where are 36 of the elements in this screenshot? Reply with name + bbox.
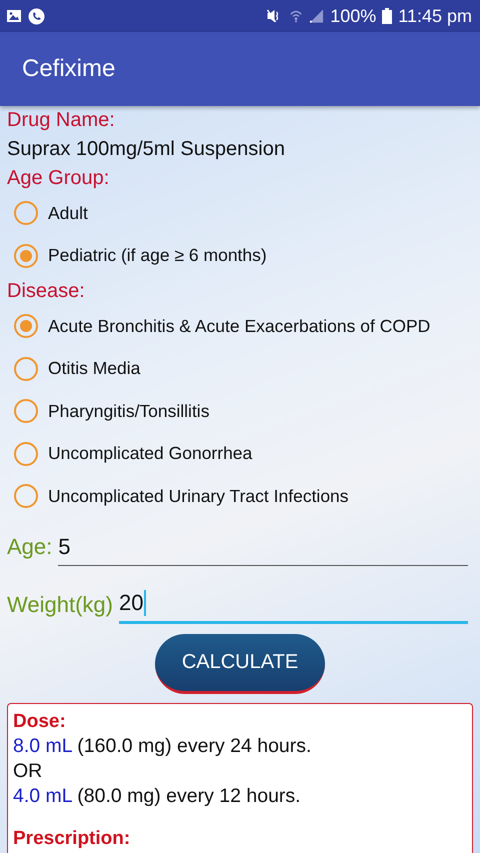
result-label: Dose: <box>13 710 67 734</box>
radio-button[interactable] <box>14 244 38 268</box>
radio-button[interactable] <box>14 314 38 338</box>
field-label: Age: <box>7 534 52 561</box>
section-label: Disease: <box>7 279 85 304</box>
radio-option[interactable]: Otitis Media <box>7 348 140 390</box>
radio-button[interactable] <box>14 484 38 508</box>
image-icon <box>6 8 22 24</box>
radio-option[interactable]: Adult <box>7 192 88 234</box>
field-label: Weight(kg) <box>7 592 113 619</box>
wifi-icon <box>289 8 304 24</box>
radio-button[interactable] <box>14 399 38 424</box>
radio-option[interactable]: Uncomplicated Gonorrhea <box>7 432 252 475</box>
result-label: Prescription: <box>13 826 132 850</box>
input-field[interactable]: 20 <box>118 584 468 624</box>
radio-button[interactable] <box>14 356 38 381</box>
radio-option[interactable]: Uncomplicated Urinary Tract Infections <box>7 475 349 518</box>
section-label: Drug Name: <box>7 108 115 133</box>
clock-time: 11:45 pm <box>398 6 472 26</box>
battery-icon <box>382 8 392 24</box>
calculate-button[interactable]: CALCULATE <box>155 634 325 694</box>
app-title: Cefixime <box>22 55 116 83</box>
battery-level: 100% <box>330 6 376 26</box>
radio-option[interactable]: Acute Bronchitis & Acute Exacerbations of COPD <box>7 305 430 348</box>
dose-line: 8.0 mL (160.0 mg) every 24 hours. <box>13 734 312 758</box>
radio-button[interactable] <box>14 442 38 466</box>
radio-button[interactable] <box>14 201 38 226</box>
dose-line: 4.0 mL (80.0 mg) every 12 hours. <box>13 784 302 808</box>
radio-option[interactable]: Pediatric (if age ≥ 6 months) <box>7 234 267 277</box>
section-label: Age Group: <box>7 166 110 191</box>
phone-icon <box>28 8 45 24</box>
input-field[interactable]: 5 <box>58 528 468 566</box>
dose-line: OR <box>13 758 44 784</box>
signal-icon <box>309 8 324 24</box>
radio-option[interactable]: Pharyngitis/Tonsillitis <box>7 390 210 432</box>
drug-name: Suprax 100mg/5ml Suspension <box>7 137 285 162</box>
